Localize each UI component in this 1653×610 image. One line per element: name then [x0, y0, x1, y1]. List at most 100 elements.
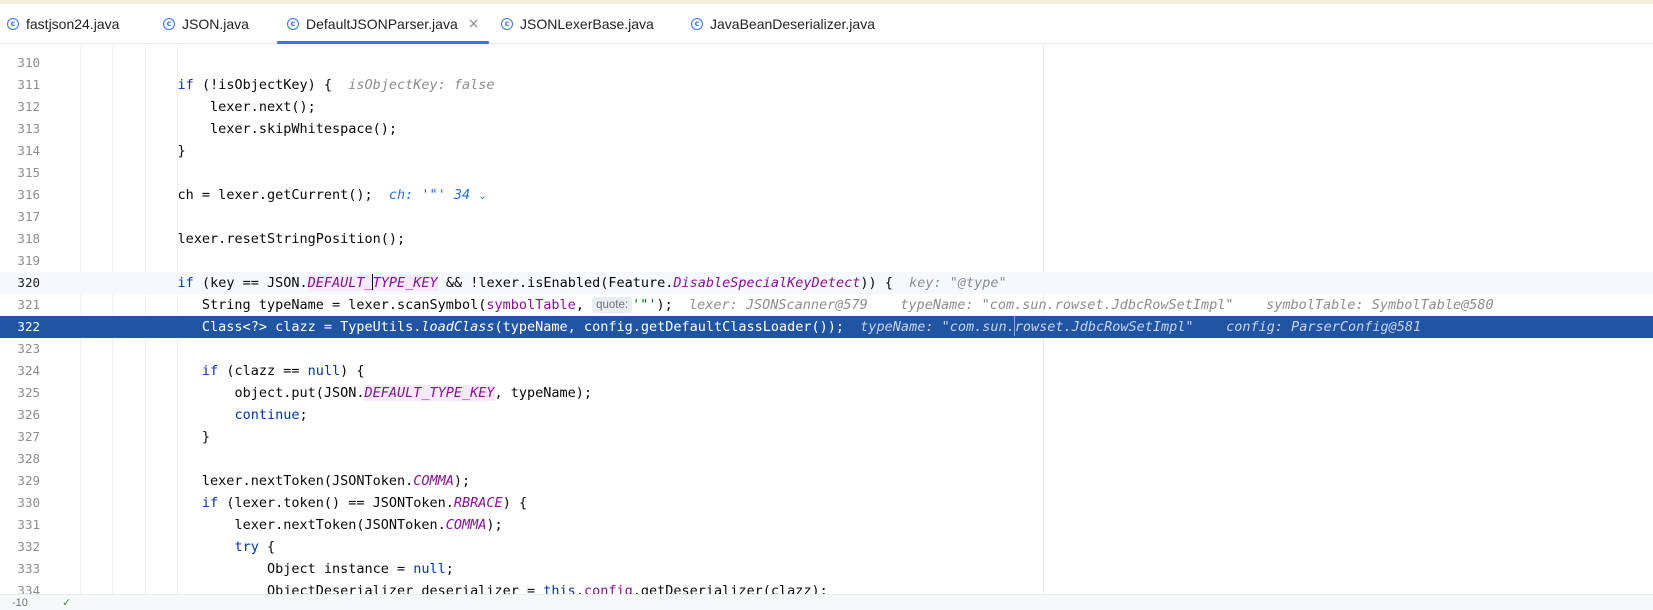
code-line[interactable]: 330 if (lexer.token() == JSONToken.RBRAC…: [0, 492, 1653, 514]
code-line[interactable]: 310: [0, 52, 1653, 74]
code-text: String typeName = lexer.scanSymbol(symbo…: [201, 297, 1494, 313]
inline-debug-value: isObjectKey: false: [348, 77, 495, 93]
code-line[interactable]: 323: [0, 338, 1653, 360]
code-text: if (key == JSON.DEFAULT_TYPE_KEY && !lex…: [177, 274, 1007, 291]
line-number[interactable]: 333: [0, 558, 40, 580]
code-line-selected[interactable]: 322 Class<?> clazz = TypeUtils.loadClass…: [0, 316, 1653, 338]
code-line[interactable]: 329 lexer.nextToken(JSONToken.COMMA);: [0, 470, 1653, 492]
code-text: lexer.skipWhitespace();: [210, 121, 397, 137]
line-number[interactable]: 325: [0, 382, 40, 404]
code-line[interactable]: 331 lexer.nextToken(JSONToken.COMMA);: [0, 514, 1653, 536]
java-class-icon: c: [7, 18, 19, 30]
close-icon[interactable]: ×: [468, 16, 480, 32]
status-bar: -10 ✓: [0, 594, 1653, 610]
inline-debug-value[interactable]: ch: '"' 34 ⌄: [389, 187, 487, 203]
tab-json[interactable]: c JSON.java: [163, 4, 249, 44]
code-line[interactable]: 319: [0, 250, 1653, 272]
line-number[interactable]: 329: [0, 470, 40, 492]
code-text: object.put(JSON.DEFAULT_TYPE_KEY, typeNa…: [234, 385, 593, 401]
code-text: }: [177, 143, 186, 159]
line-number[interactable]: 317: [0, 206, 40, 228]
tab-fastjson24[interactable]: c fastjson24.java: [7, 4, 119, 44]
inline-debug-value: config: ParserConfig@581: [1226, 319, 1422, 335]
code-text: Object instance = null;: [266, 561, 454, 577]
inline-debug-value: rowset.JdbcRowSetImpl": [1014, 319, 1194, 335]
code-line[interactable]: 333 Object instance = null;: [0, 558, 1653, 580]
code-line[interactable]: 312 lexer.next();: [0, 96, 1653, 118]
code-line[interactable]: 324 if (clazz == null) {: [0, 360, 1653, 382]
tab-label: fastjson24.java: [26, 16, 120, 32]
code-line-current[interactable]: 320 if (key == JSON.DEFAULT_TYPE_KEY && …: [0, 272, 1653, 294]
code-line[interactable]: 332 try {: [0, 536, 1653, 558]
code-line[interactable]: 328: [0, 448, 1653, 470]
line-number[interactable]: 328: [0, 448, 40, 470]
line-number[interactable]: 313: [0, 118, 40, 140]
editor-tab-bar: c fastjson24.java c JSON.java c DefaultJ…: [0, 4, 1653, 44]
code-line[interactable]: 315: [0, 162, 1653, 184]
line-number[interactable]: 323: [0, 338, 40, 360]
tab-javabeandeserializer[interactable]: c JavaBeanDeserializer.java: [691, 4, 875, 44]
code-line[interactable]: 314 }: [0, 140, 1653, 162]
status-position: -10: [12, 597, 28, 609]
code-line[interactable]: 313 lexer.skipWhitespace();: [0, 118, 1653, 140]
line-number[interactable]: 322: [0, 316, 40, 338]
code-text: if (!isObjectKey) { isObjectKey: false: [177, 77, 495, 93]
code-line[interactable]: 321 String typeName = lexer.scanSymbol(s…: [0, 294, 1653, 316]
check-icon: ✓: [62, 596, 72, 609]
tab-label: JSON.java: [182, 16, 249, 32]
code-text: try {: [234, 539, 276, 555]
line-number[interactable]: 315: [0, 162, 40, 184]
code-line[interactable]: 334 ObjectDeserializer deserializer = th…: [0, 580, 1653, 594]
code-text: Class<?> clazz = TypeUtils.loadClass(typ…: [80, 316, 1421, 338]
code-text: }: [201, 429, 211, 445]
parameter-name-hint: quote:: [592, 297, 633, 313]
line-number[interactable]: 321: [0, 294, 40, 316]
code-text: lexer.nextToken(JSONToken.COMMA);: [234, 517, 503, 533]
line-number[interactable]: 310: [0, 52, 40, 74]
tab-label: DefaultJSONParser.java: [306, 16, 458, 32]
line-number[interactable]: 320: [0, 272, 40, 294]
line-number[interactable]: 318: [0, 228, 40, 250]
code-text: lexer.resetStringPosition();: [177, 231, 406, 247]
tab-label: JavaBeanDeserializer.java: [710, 16, 875, 32]
tab-jsonlexerbase[interactable]: c JSONLexerBase.java: [501, 4, 654, 44]
tab-label: JSONLexerBase.java: [520, 16, 654, 32]
line-number[interactable]: 314: [0, 140, 40, 162]
line-number[interactable]: 332: [0, 536, 40, 558]
java-class-icon: c: [163, 18, 175, 30]
line-number[interactable]: 316: [0, 184, 40, 206]
line-number[interactable]: 330: [0, 492, 40, 514]
code-line[interactable]: 311 if (!isObjectKey) { isObjectKey: fal…: [0, 74, 1653, 96]
line-number[interactable]: 324: [0, 360, 40, 382]
code-line[interactable]: 326 continue;: [0, 404, 1653, 426]
code-text: lexer.next();: [210, 99, 316, 115]
code-text: ObjectDeserializer deserializer = this.c…: [266, 583, 828, 594]
code-line[interactable]: 318 lexer.resetStringPosition();: [0, 228, 1653, 250]
line-number[interactable]: 312: [0, 96, 40, 118]
java-class-icon: c: [691, 18, 703, 30]
code-line[interactable]: 317: [0, 206, 1653, 228]
code-text: if (lexer.token() == JSONToken.RBRACE) {: [201, 495, 528, 511]
inline-debug-value: typeName: "com.sun.rowset.JdbcRowSetImpl…: [900, 297, 1234, 313]
line-number[interactable]: 327: [0, 426, 40, 448]
java-class-icon: c: [287, 18, 299, 30]
line-number[interactable]: 331: [0, 514, 40, 536]
code-line[interactable]: 327 }: [0, 426, 1653, 448]
code-text: if (clazz == null) {: [201, 363, 365, 379]
java-class-icon: c: [501, 18, 513, 30]
tab-defaultjsonparser[interactable]: c DefaultJSONParser.java ×: [277, 4, 489, 44]
line-number[interactable]: 334: [0, 580, 40, 594]
inline-debug-value: lexer: JSONScanner@579: [689, 297, 868, 313]
inline-debug-value: typeName: "com.sun.: [860, 319, 1015, 335]
code-text: ch = lexer.getCurrent(); ch: '"' 34 ⌄: [177, 187, 487, 203]
line-number[interactable]: 319: [0, 250, 40, 272]
line-number[interactable]: 326: [0, 404, 40, 426]
code-text: lexer.nextToken(JSONToken.COMMA);: [201, 473, 471, 489]
code-text: continue;: [234, 407, 308, 423]
line-number[interactable]: 311: [0, 74, 40, 96]
code-line[interactable]: 316 ch = lexer.getCurrent(); ch: '"' 34 …: [0, 184, 1653, 206]
chevron-down-icon[interactable]: ⌄: [478, 191, 486, 202]
code-line[interactable]: 325 object.put(JSON.DEFAULT_TYPE_KEY, ty…: [0, 382, 1653, 404]
code-editor[interactable]: 310 311 if (!isObjectKey) { isObjectKey:…: [0, 44, 1653, 594]
inline-debug-value: symbolTable: SymbolTable@580: [1266, 297, 1494, 313]
